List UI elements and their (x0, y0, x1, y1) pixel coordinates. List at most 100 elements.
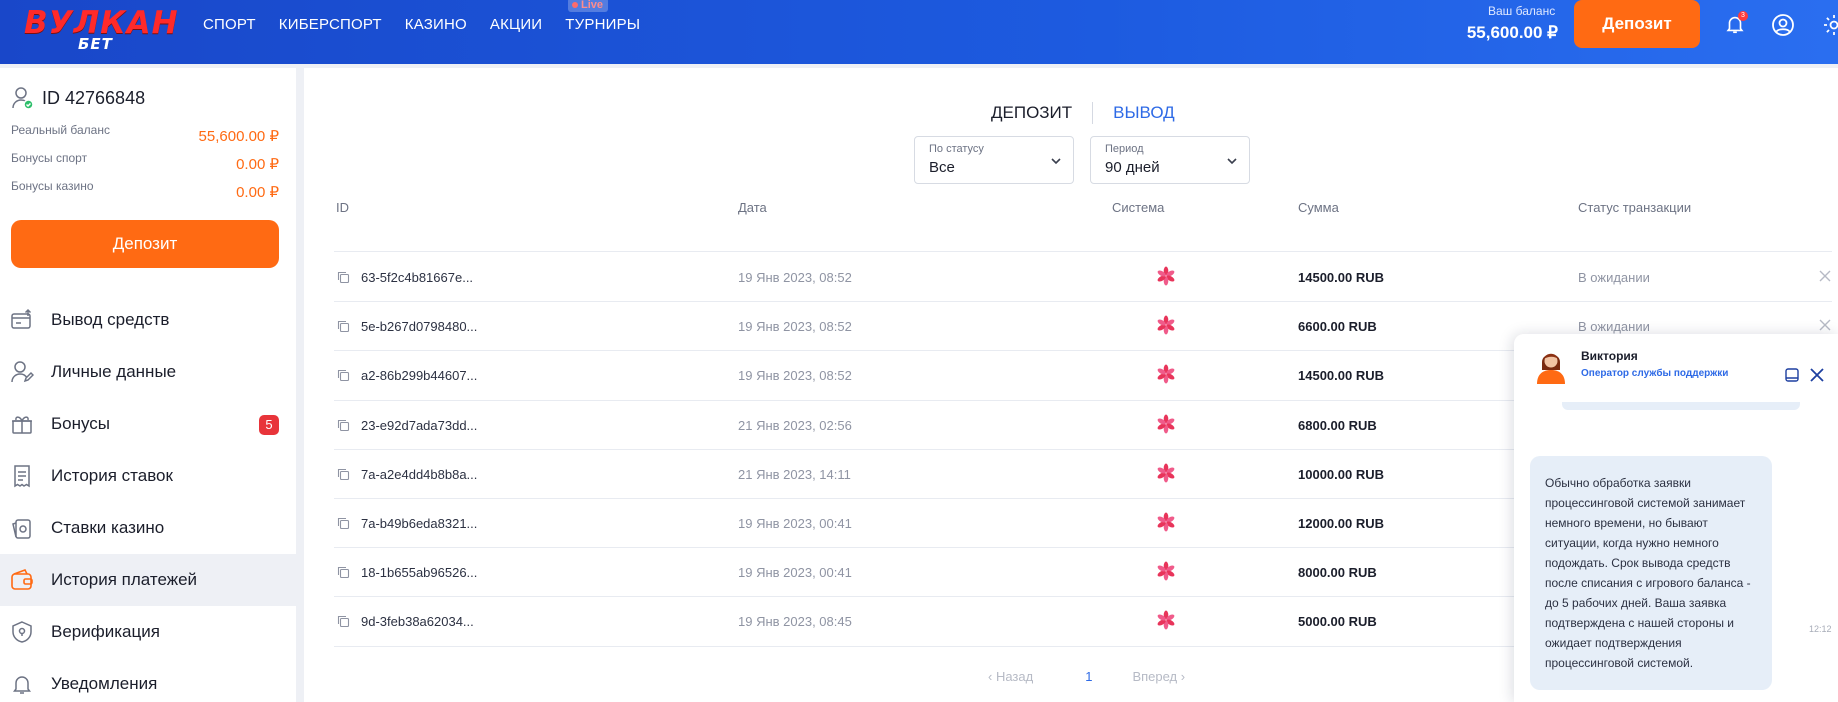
live-dot-icon (572, 2, 578, 9)
nav-esports[interactable]: КИБЕРСПОРТ (279, 16, 382, 33)
transaction-date: 19 Янв 2023, 08:52 (738, 319, 852, 335)
real-balance-row: Реальный баланс 55,600.00 ₽ (11, 123, 279, 145)
transaction-id: 7a-a2e4dd4b8b8a... (361, 466, 478, 482)
copy-icon[interactable] (337, 615, 350, 628)
header-balance-value: 55,600.00 ₽ (1466, 23, 1558, 42)
minimize-chat-icon[interactable] (1784, 367, 1800, 383)
sidebar-item-notifications[interactable]: Уведомления (0, 658, 296, 702)
sidebar-item-casino-bets[interactable]: Ставки казино (0, 502, 296, 554)
payment-system-flower-icon (1157, 414, 1175, 434)
bell-icon (13, 676, 31, 694)
sidebar-item-payment-history[interactable]: История платежей (0, 554, 296, 606)
nav-casino[interactable]: КАЗИНО (405, 16, 467, 33)
table-row[interactable]: 63-5f2c4b81667e... 19 Янв 2023, 08:52 1450… (334, 252, 1834, 301)
transaction-date: 19 Янв 2023, 08:45 (738, 614, 852, 630)
cancel-transaction-icon[interactable] (1818, 318, 1832, 332)
real-balance-value: 55,600.00 ₽ (198, 128, 279, 145)
operator-name: Виктория (1581, 349, 1638, 363)
user-id-row: ID 42766848 (12, 86, 145, 110)
sidebar-item-verification[interactable]: Верификация (0, 606, 296, 658)
account-sidebar: ID 42766848 Реальный баланс 55,600.00 ₽ … (0, 68, 296, 702)
transaction-sum: 6600.00 RUB (1298, 319, 1377, 335)
transaction-date: 19 Янв 2023, 08:52 (738, 368, 852, 384)
sport-bonus-value: 0.00 ₽ (236, 156, 279, 173)
chevron-down-icon (1227, 158, 1237, 165)
sidebar-item-bet-history[interactable]: История ставок (0, 450, 296, 502)
close-chat-icon[interactable] (1809, 367, 1825, 383)
transaction-sum: 12000.00 RUB (1298, 516, 1384, 531)
payment-system-flower-icon (1157, 512, 1175, 532)
sport-bonus-row: Бонусы спорт 0.00 ₽ (11, 151, 279, 173)
transaction-status: В ожидании (1578, 319, 1650, 335)
pager-prev-label: Назад (995, 669, 1034, 684)
logo[interactable]: ВУЛКАН БЕТ (24, 6, 178, 53)
sidebar-item-label: Вывод средств (51, 310, 170, 329)
column-header-id: ID (336, 200, 349, 215)
tab-divider (1092, 102, 1094, 124)
nav-sport[interactable]: СПОРТ (203, 16, 256, 33)
tab-deposit[interactable]: ДЕПОЗИТ (991, 103, 1072, 123)
pager-next-button[interactable]: Вперед › (1132, 669, 1185, 684)
sidebar-item-label: История ставок (51, 466, 173, 485)
account-menu: Вывод средств Личные данные Бонусы 5 Ист… (0, 294, 296, 702)
transaction-date: 21 Янв 2023, 02:56 (738, 417, 852, 433)
transaction-id: 9d-3feb38a62034... (361, 614, 474, 630)
user-profile-icon (11, 361, 34, 383)
period-filter-select[interactable]: Период 90 дней (1090, 136, 1250, 184)
pager-prev-button[interactable]: ‹ Назад (988, 669, 1033, 684)
transaction-id: 23-e92d7ada73dd... (361, 417, 478, 433)
pager-current-page[interactable]: 1 (1085, 669, 1092, 684)
nav-tournaments[interactable]: ТУРНИРЫ (565, 16, 640, 33)
live-badge: Live (568, 0, 609, 12)
live-badge-label: Live (581, 0, 604, 11)
transaction-sum: 8000.00 RUB (1298, 565, 1377, 581)
real-balance-label: Реальный баланс (11, 123, 110, 137)
wallet-icon (11, 569, 33, 590)
transaction-date: 19 Янв 2023, 00:41 (738, 565, 852, 581)
copy-icon[interactable] (337, 369, 350, 382)
copy-icon[interactable] (337, 566, 350, 579)
payment-system-flower-icon (1157, 266, 1175, 286)
column-header-system: Система (1112, 200, 1165, 215)
column-header-status: Статус транзакции (1578, 200, 1692, 215)
operator-message-bubble: Обычно обработка заявки процессинговой с… (1530, 456, 1772, 690)
sidebar-deposit-button[interactable]: Депозит (11, 220, 279, 268)
copy-icon[interactable] (337, 468, 350, 481)
user-id: ID 42766848 (42, 87, 146, 108)
sidebar-item-personal-data[interactable]: Личные данные (0, 346, 296, 398)
period-filter-label: Период (1105, 143, 1144, 155)
header-deposit-button[interactable]: Депозит (1574, 0, 1700, 48)
copy-icon[interactable] (337, 517, 350, 530)
casino-bonus-value: 0.00 ₽ (236, 184, 279, 201)
sidebar-item-withdraw[interactable]: Вывод средств (0, 294, 296, 346)
operator-avatar (1537, 353, 1565, 384)
chat-header: Виктория Оператор службы поддержки (1514, 334, 1838, 402)
sidebar-item-label: Бонусы (51, 414, 111, 433)
settings-gear-icon[interactable] (1822, 13, 1838, 37)
receipt-icon (14, 465, 30, 488)
sidebar-item-label: Верификация (51, 622, 160, 641)
copy-icon[interactable] (337, 320, 350, 333)
transaction-sum: 6800.00 RUB (1298, 417, 1377, 433)
sport-bonus-label: Бонусы спорт (11, 151, 88, 165)
copy-icon[interactable] (337, 419, 350, 432)
transaction-status: В ожидании (1578, 270, 1650, 285)
status-filter-value: Все (929, 159, 955, 176)
header-balance-label: Ваш баланс (1488, 4, 1556, 18)
cancel-transaction-icon[interactable] (1818, 269, 1832, 283)
sidebar-item-bonuses[interactable]: Бонусы 5 (0, 398, 296, 450)
status-filter-select[interactable]: По статусу Все (914, 136, 1074, 184)
transaction-date: 21 Янв 2023, 14:11 (738, 466, 851, 482)
transaction-id: 5e-b267d0798480... (361, 319, 478, 335)
nav-promotions[interactable]: АКЦИИ (490, 16, 542, 33)
chat-messages[interactable]: Обычно обработка заявки процессинговой с… (1514, 394, 1838, 702)
transaction-sum: 10000.00 RUB (1298, 466, 1384, 482)
notifications-count-badge: 3 (1738, 11, 1748, 21)
tab-withdraw[interactable]: ВЫВОД (1113, 103, 1175, 123)
period-filter-value: 90 дней (1105, 159, 1160, 176)
transaction-id: 18-1b655ab96526... (361, 565, 478, 581)
transaction-sum: 14500.00 RUB (1298, 368, 1384, 384)
user-account-icon[interactable] (1771, 13, 1795, 37)
copy-icon[interactable] (337, 271, 350, 284)
transaction-sum: 14500.00 RUB (1298, 270, 1384, 285)
